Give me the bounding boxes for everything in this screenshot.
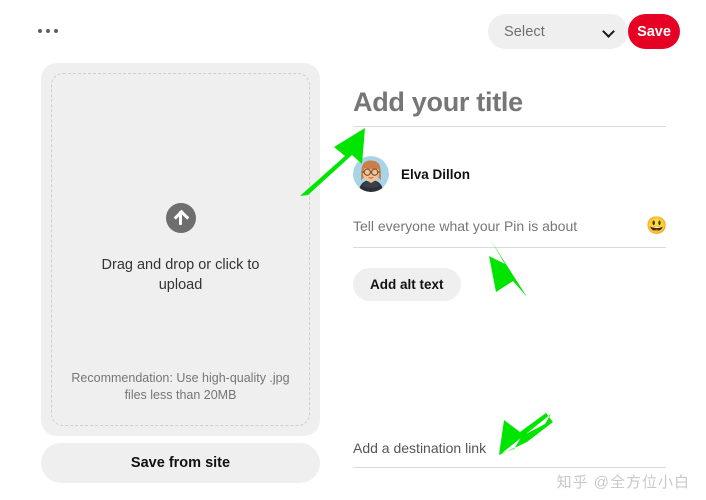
title-divider [353, 126, 666, 127]
upload-prompt-group: Drag and drop or click to upload [41, 203, 320, 295]
upload-prompt-text: Drag and drop or click to upload [101, 257, 260, 293]
pin-description-row: Tell everyone what your Pin is about 😃 [353, 216, 667, 247]
upload-recommendation-text: Recommendation: Use high-quality .jpg fi… [71, 371, 290, 402]
watermark-text: 知乎 @全方位小白 [556, 474, 690, 491]
destination-link-group: Add a destination link [353, 440, 666, 468]
chevron-down-icon [603, 26, 614, 37]
user-avatar-illustration [353, 156, 389, 192]
grinning-face-emoji-button[interactable]: 😃 [646, 216, 667, 236]
upload-arrow-icon [165, 203, 196, 233]
profile-row[interactable]: Elva Dillon [353, 156, 666, 192]
ellipsis-dot [38, 29, 42, 33]
pin-description-input[interactable]: Tell everyone what your Pin is about [353, 218, 646, 234]
board-select-value: Select [504, 23, 545, 40]
top-bar: Select Save [0, 0, 706, 62]
ellipsis-dot [46, 29, 50, 33]
pin-form-panel: Add your title Elva Dillon Tell everyone… [353, 63, 667, 301]
add-alt-text-button[interactable]: Add alt text [353, 268, 461, 301]
description-divider [353, 247, 666, 248]
pin-title-input[interactable]: Add your title [353, 63, 666, 126]
ellipsis-icon[interactable] [38, 22, 66, 40]
ellipsis-dot [54, 29, 58, 33]
pin-description-group: Tell everyone what your Pin is about 😃 [353, 216, 667, 248]
board-select-dropdown[interactable]: Select [488, 14, 628, 49]
save-button[interactable]: Save [628, 14, 680, 49]
destination-link-divider [353, 467, 666, 468]
profile-name: Elva Dillon [401, 166, 471, 182]
destination-link-input[interactable]: Add a destination link [353, 440, 666, 467]
save-from-site-button[interactable]: Save from site [41, 443, 320, 483]
upload-dropzone[interactable]: Drag and drop or click to upload Recomme… [41, 63, 320, 436]
